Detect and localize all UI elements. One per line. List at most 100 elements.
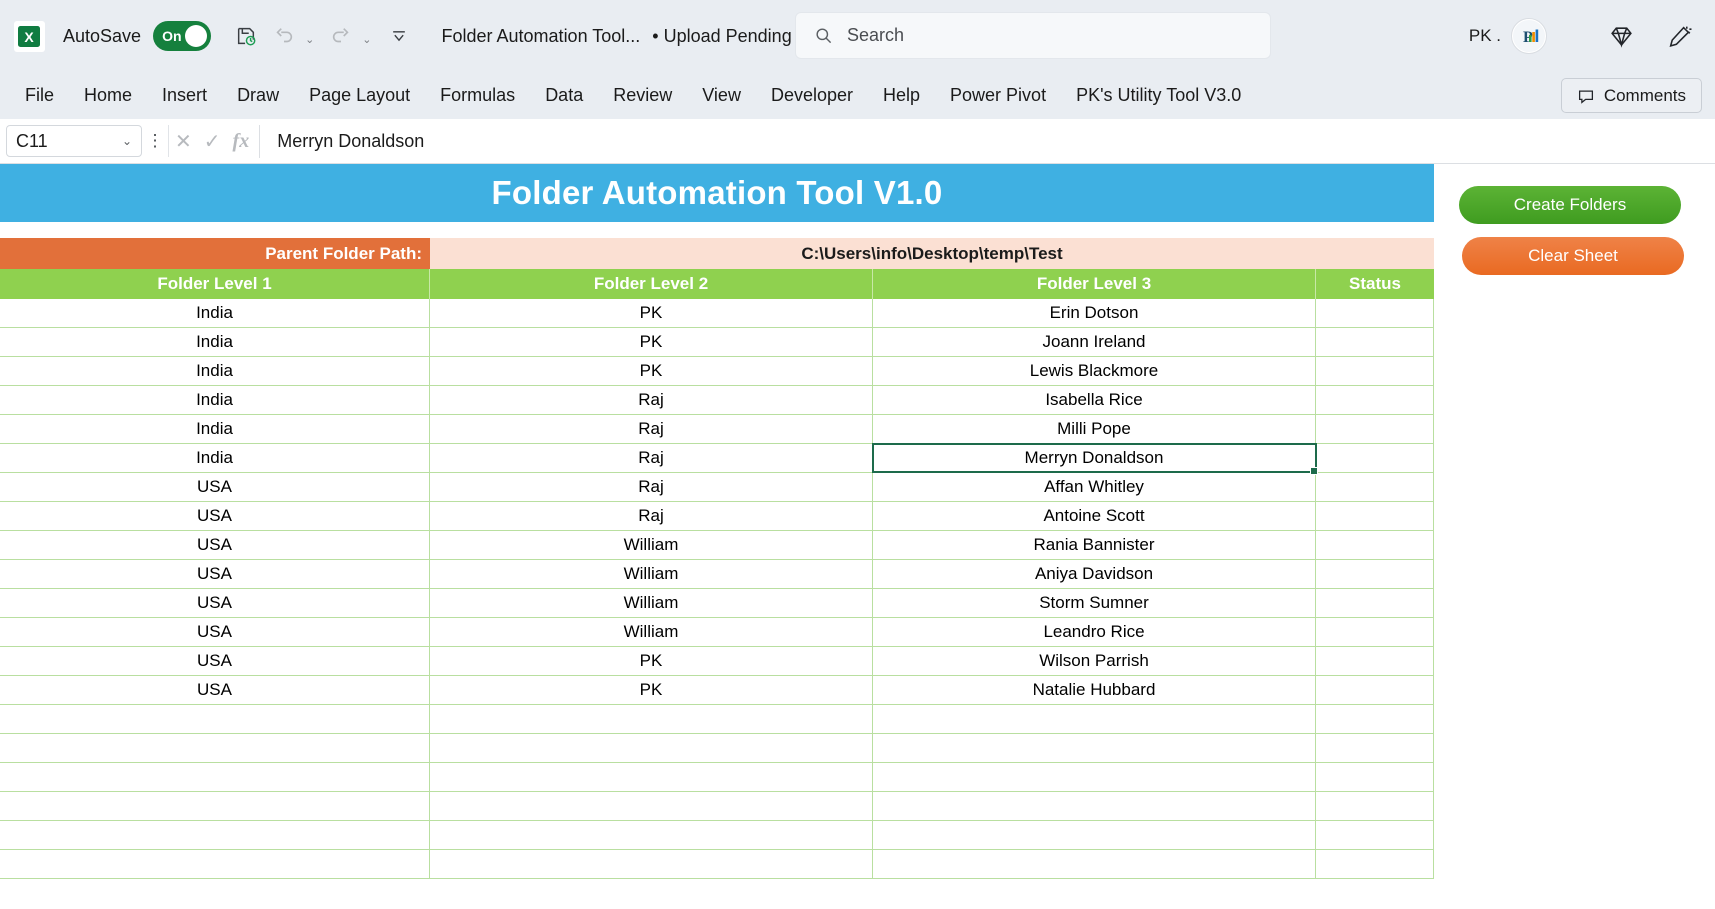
cell-folder-level-2[interactable] [430,821,873,849]
tab-view[interactable]: View [687,81,756,110]
cell-status[interactable] [1316,299,1434,327]
tab-home[interactable]: Home [69,81,147,110]
cell-folder-level-2[interactable]: PK [430,676,873,704]
cell-folder-level-3[interactable]: Isabella Rice [873,386,1316,414]
cell-folder-level-1[interactable] [0,792,430,820]
cell-folder-level-1[interactable]: India [0,299,430,327]
cell-folder-level-1[interactable] [0,705,430,733]
cell-status[interactable] [1316,386,1434,414]
cell-folder-level-2[interactable]: Raj [430,415,873,443]
cell-status[interactable] [1316,328,1434,356]
cell-folder-level-3[interactable]: Aniya Davidson [873,560,1316,588]
excel-logo-icon[interactable]: X [14,20,45,52]
pen-sparkle-icon[interactable] [1657,14,1701,58]
chevron-down-icon[interactable]: ⌄ [122,134,132,148]
cell-status[interactable] [1316,647,1434,675]
redo-chevron-down-icon[interactable]: ⌄ [362,33,371,46]
tab-power-pivot[interactable]: Power Pivot [935,81,1061,110]
clear-sheet-button[interactable]: Clear Sheet [1462,237,1684,275]
cell-status[interactable] [1316,821,1434,849]
tab-data[interactable]: Data [530,81,598,110]
cell-folder-level-1[interactable]: USA [0,676,430,704]
cell-status[interactable] [1316,415,1434,443]
tab-page-layout[interactable]: Page Layout [294,81,425,110]
cell-status[interactable] [1316,618,1434,646]
insert-function-icon[interactable]: fx [233,130,250,153]
cell-folder-level-2[interactable]: Raj [430,502,873,530]
cell-folder-level-2[interactable] [430,763,873,791]
cell-folder-level-2[interactable]: William [430,560,873,588]
cell-folder-level-2[interactable] [430,850,873,878]
cell-folder-level-1[interactable]: USA [0,531,430,559]
cell-folder-level-3[interactable]: Merryn Donaldson [872,443,1318,475]
cell-folder-level-1[interactable] [0,821,430,849]
cell-status[interactable] [1316,705,1434,733]
cell-folder-level-3[interactable]: Wilson Parrish [873,647,1316,675]
user-avatar-icon[interactable]: P [1511,18,1547,54]
cell-folder-level-2[interactable]: Raj [430,473,873,501]
cell-status[interactable] [1316,502,1434,530]
cell-status[interactable] [1316,357,1434,385]
cell-folder-level-1[interactable]: USA [0,618,430,646]
cell-folder-level-1[interactable]: USA [0,589,430,617]
cell-folder-level-2[interactable]: PK [430,299,873,327]
search-input[interactable]: Search [795,12,1271,59]
account-name[interactable]: PK . [1469,26,1501,46]
cell-status[interactable] [1316,676,1434,704]
enter-check-icon[interactable]: ✓ [204,129,221,154]
cell-folder-level-2[interactable]: PK [430,328,873,356]
cell-folder-level-1[interactable]: India [0,444,430,472]
cell-folder-level-3[interactable] [873,705,1316,733]
customize-quick-access-icon[interactable] [382,19,416,53]
cell-folder-level-3[interactable] [873,734,1316,762]
cell-status[interactable] [1316,734,1434,762]
cell-status[interactable] [1316,560,1434,588]
cell-folder-level-2[interactable]: PK [430,357,873,385]
cell-folder-level-2[interactable]: Raj [430,386,873,414]
cell-folder-level-3[interactable] [873,792,1316,820]
cell-folder-level-3[interactable]: Leandro Rice [873,618,1316,646]
cell-folder-level-1[interactable]: USA [0,560,430,588]
cell-folder-level-3[interactable] [873,821,1316,849]
tab-formulas[interactable]: Formulas [425,81,530,110]
cell-folder-level-3[interactable] [873,850,1316,878]
cell-folder-level-2[interactable]: William [430,618,873,646]
autosave-toggle[interactable]: On [153,21,212,51]
save-refresh-icon[interactable] [229,19,263,53]
cell-status[interactable] [1316,589,1434,617]
cell-folder-level-2[interactable]: William [430,589,873,617]
undo-icon[interactable] [267,19,301,53]
comments-button[interactable]: Comments [1560,78,1702,113]
cell-folder-level-3[interactable]: Affan Whitley [873,473,1316,501]
cell-folder-level-3[interactable]: Rania Bannister [873,531,1316,559]
create-folders-button[interactable]: Create Folders [1459,186,1681,224]
diamond-icon[interactable] [1599,14,1643,58]
cell-folder-level-1[interactable] [0,763,430,791]
tab-file[interactable]: File [10,81,69,110]
cell-folder-level-1[interactable]: USA [0,502,430,530]
cell-folder-level-1[interactable]: India [0,386,430,414]
cell-status[interactable] [1316,850,1434,878]
parent-folder-path-value[interactable]: C:\Users\info\Desktop\temp\Test [430,238,1434,269]
document-status[interactable]: • Upload Pending [652,26,791,47]
cell-folder-level-3[interactable]: Milli Pope [873,415,1316,443]
cell-folder-level-1[interactable]: India [0,415,430,443]
cell-folder-level-2[interactable]: Raj [430,444,873,472]
tab-review[interactable]: Review [598,81,687,110]
cell-folder-level-2[interactable] [430,734,873,762]
tab-pk-utility-tool[interactable]: PK's Utility Tool V3.0 [1061,81,1256,110]
cell-folder-level-1[interactable]: USA [0,647,430,675]
cell-folder-level-3[interactable]: Natalie Hubbard [873,676,1316,704]
cell-status[interactable] [1316,531,1434,559]
cell-folder-level-2[interactable] [430,705,873,733]
cell-status[interactable] [1316,444,1434,472]
cell-folder-level-1[interactable]: USA [0,473,430,501]
cell-folder-level-1[interactable]: India [0,357,430,385]
cell-status[interactable] [1316,763,1434,791]
name-box[interactable]: C11 ⌄ [6,125,142,157]
undo-chevron-down-icon[interactable]: ⌄ [305,33,314,46]
cell-folder-level-3[interactable] [873,763,1316,791]
tab-help[interactable]: Help [868,81,935,110]
tab-draw[interactable]: Draw [222,81,294,110]
cell-folder-level-3[interactable]: Lewis Blackmore [873,357,1316,385]
